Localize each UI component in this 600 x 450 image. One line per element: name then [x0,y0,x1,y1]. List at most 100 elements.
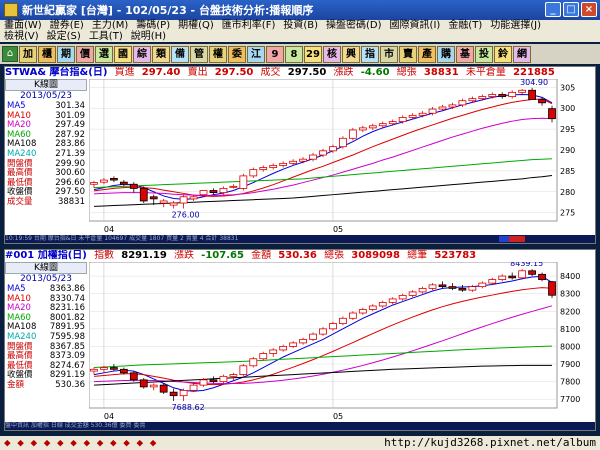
candle-body [149,384,158,388]
toolbar-button-11[interactable]: 委 [228,45,246,63]
menu-item-4[interactable]: 期權(Q) [178,20,214,31]
toolbar-button-5[interactable]: 國 [114,45,132,63]
menu-item-10[interactable]: 功能選擇(J) [490,20,541,31]
y-tick-label: 290 [560,146,575,155]
toolbar-button-24[interactable]: 投 [475,45,493,63]
status-text: 10:19:59 台期 摩台指&日 未平倉量 104697 成交量 1807 買… [5,235,239,242]
candle-body [498,275,507,280]
toolbar-button-7[interactable]: 類 [152,45,170,63]
menu-row-2: 檢視(V) 設定(S) 工具(T) 說明(H) [0,31,600,42]
candle-body [548,108,556,120]
volume-label: 總張 [324,250,345,261]
candle-body [189,384,198,391]
menu-item-2-1[interactable]: 設定(S) [47,31,81,42]
menu-item-9[interactable]: 金融(T) [448,20,482,31]
toolbar-button-25[interactable]: 鈴 [494,45,512,63]
toolbar-button-1[interactable]: 櫃 [38,45,56,63]
toolbar-button-8[interactable]: 備 [171,45,189,63]
candle-body [368,305,377,310]
menu-item-3[interactable]: 籌碼(P) [136,20,170,31]
candle-body [448,104,457,108]
toolbar-button-21[interactable]: 產 [418,45,436,63]
price-annotation: 7688.62 [172,403,205,412]
footer-icons: ◆ ◆ ◆ ◆ ◆ ◆ ◆ ◆ ◆ ◆ ◆ ◆ [4,436,157,449]
candle-body [378,302,387,307]
candle-body [319,150,327,156]
toolbar-button-0[interactable]: 加 [19,45,37,63]
toolbar-button-15[interactable]: 29 [304,45,322,63]
candle-body [249,358,258,367]
symbol-name: #001 加權指(日) [5,250,87,261]
candle-body [368,125,377,129]
candle-body [239,175,248,189]
menu-item-2-3[interactable]: 說明(H) [131,31,166,42]
candlestick-chart-mtai[interactable]: 275 280 285 290 295 300 305 04 05 304.90 276.00 [89,79,593,235]
menu-item-6[interactable]: 投資(B) [283,20,318,31]
toolbar-button-10[interactable]: 權 [209,45,227,63]
minimize-button[interactable]: _ [545,2,561,17]
candle-body [358,127,367,131]
quote-line: #001 加權指(日) 指數 8291.19 漲跌 -107.65 金額 530… [5,250,595,262]
candle-body [538,273,546,280]
menu-item-0[interactable]: 畫面(W) [4,20,42,31]
toolbar-button-2[interactable]: 期 [57,45,75,63]
toolbar-button-23[interactable]: 基 [456,45,474,63]
candle-body [478,96,487,100]
volume-value: 3089098 [351,250,400,261]
menu-item-2[interactable]: 主力(M) [92,20,128,31]
candle-body [90,182,98,185]
candle-body [548,281,556,296]
candle-body [159,200,168,204]
y-tick-label: 8100 [560,325,580,334]
y-tick-label: 305 [560,83,575,92]
bid-value: 297.40 [141,67,181,78]
menu-item-8[interactable]: 國際資訊(I) [390,20,441,31]
toolbar-button-22[interactable]: 購 [437,45,455,63]
toolbar-button-12[interactable]: 江 [247,45,265,63]
toolbar-button-17[interactable]: 興 [342,45,360,63]
candlestick-chart-taiex[interactable]: 7700 7800 7900 8000 8100 8200 8300 8400 04 05 8439… [89,262,593,422]
toolbar-button-18[interactable]: 指 [361,45,379,63]
candle-body [239,365,248,375]
candle-body [448,286,457,289]
close-button[interactable]: × [581,2,597,17]
y-tick-label: 300 [560,104,575,113]
maximize-button[interactable]: □ [563,2,579,17]
candle-body [458,100,467,106]
candle-body [339,137,347,148]
y-tick-label: 280 [560,188,575,197]
candle-body [348,312,357,319]
toolbar-button-26[interactable]: 網 [513,45,531,63]
toolbar-button-4[interactable]: 選 [95,45,113,63]
menu-item-2-2[interactable]: 工具(T) [89,31,123,42]
candle-body [408,114,417,118]
menu-item-1[interactable]: 證券(E) [50,20,84,31]
menu-item-2-0[interactable]: 檢視(V) [4,31,39,42]
change-value: -107.65 [201,250,244,261]
candle-body [468,286,477,291]
indicator-side-panel: K線圖 2013/05/23 MA5 8363.86 MA10 8330.74 MA20… [5,262,87,391]
toolbar-button-20[interactable]: 賣 [399,45,417,63]
kline-tab[interactable]: K線圖 [5,79,87,91]
candle-body [428,284,437,289]
toolbar-button-9[interactable]: 管 [190,45,208,63]
volume-value: 38831 [423,67,459,78]
candle-body [329,323,337,330]
candle-body [498,94,507,97]
menu-item-7[interactable]: 操盤密碼(D) [326,20,382,31]
toolbar-button-3[interactable]: 價 [76,45,94,63]
home-icon[interactable]: ⌂ [2,46,18,62]
toolbar-button-13[interactable]: 9 [266,45,284,63]
toolbar-button-14[interactable]: 8 [285,45,303,63]
menu-item-5[interactable]: 匯市利率(F) [222,20,276,31]
candle-body [458,287,467,291]
toolbar-button-19[interactable]: 市 [380,45,398,63]
toolbar-button-16[interactable]: 核 [323,45,341,63]
toolbar-button-6[interactable]: 綜 [133,45,151,63]
count-label: 總筆 [407,250,428,261]
candle-body [508,91,517,97]
bid-label: 買進 [114,67,135,78]
kline-tab[interactable]: K線圖 [5,262,87,274]
quote-line: STWA& 摩台指&(日) 買進 297.40 賣出 297.50 成交 297… [5,67,595,79]
change-label: 漲跌 [333,67,354,78]
